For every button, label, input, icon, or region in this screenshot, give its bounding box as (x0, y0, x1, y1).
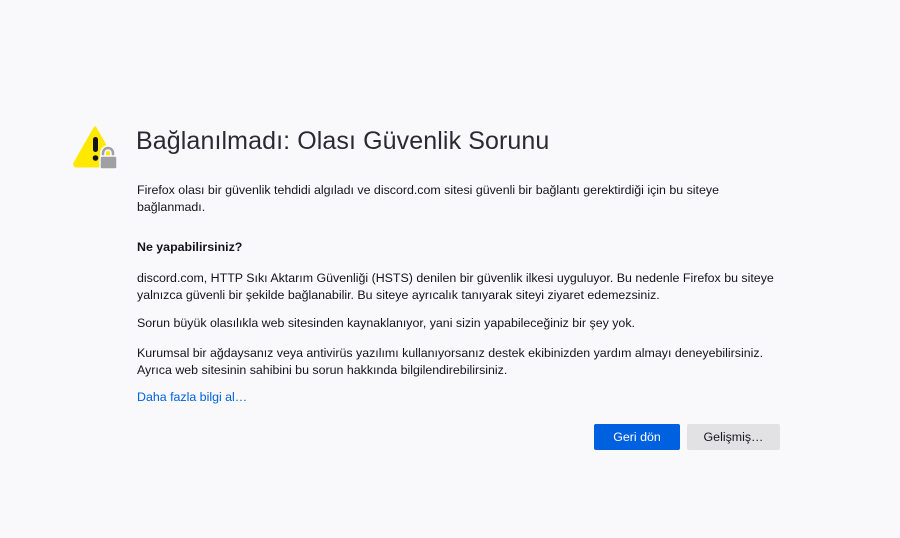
site-problem-text: Sorun büyük olasılıkla web sitesinden ka… (137, 316, 635, 330)
advanced-button[interactable]: Gelişmiş… (687, 424, 780, 450)
go-back-button[interactable]: Geri dön (594, 424, 680, 450)
page-title: Bağlanılmadı: Olası Güvenlik Sorunu (136, 127, 550, 155)
learn-more-link[interactable]: Daha fazla bilgi al… (137, 390, 247, 404)
warning-lock-icon (73, 125, 121, 171)
hsts-text: discord.com, HTTP Sıkı Aktarım Güvenliği… (137, 271, 774, 302)
intro-text: Firefox olası bir güvenlik tehdidi algıl… (137, 183, 719, 214)
support-text: Kurumsal bir ağdaysanız veya antivirüs y… (137, 346, 764, 377)
what-heading: Ne yapabilirsiniz? (137, 240, 243, 254)
